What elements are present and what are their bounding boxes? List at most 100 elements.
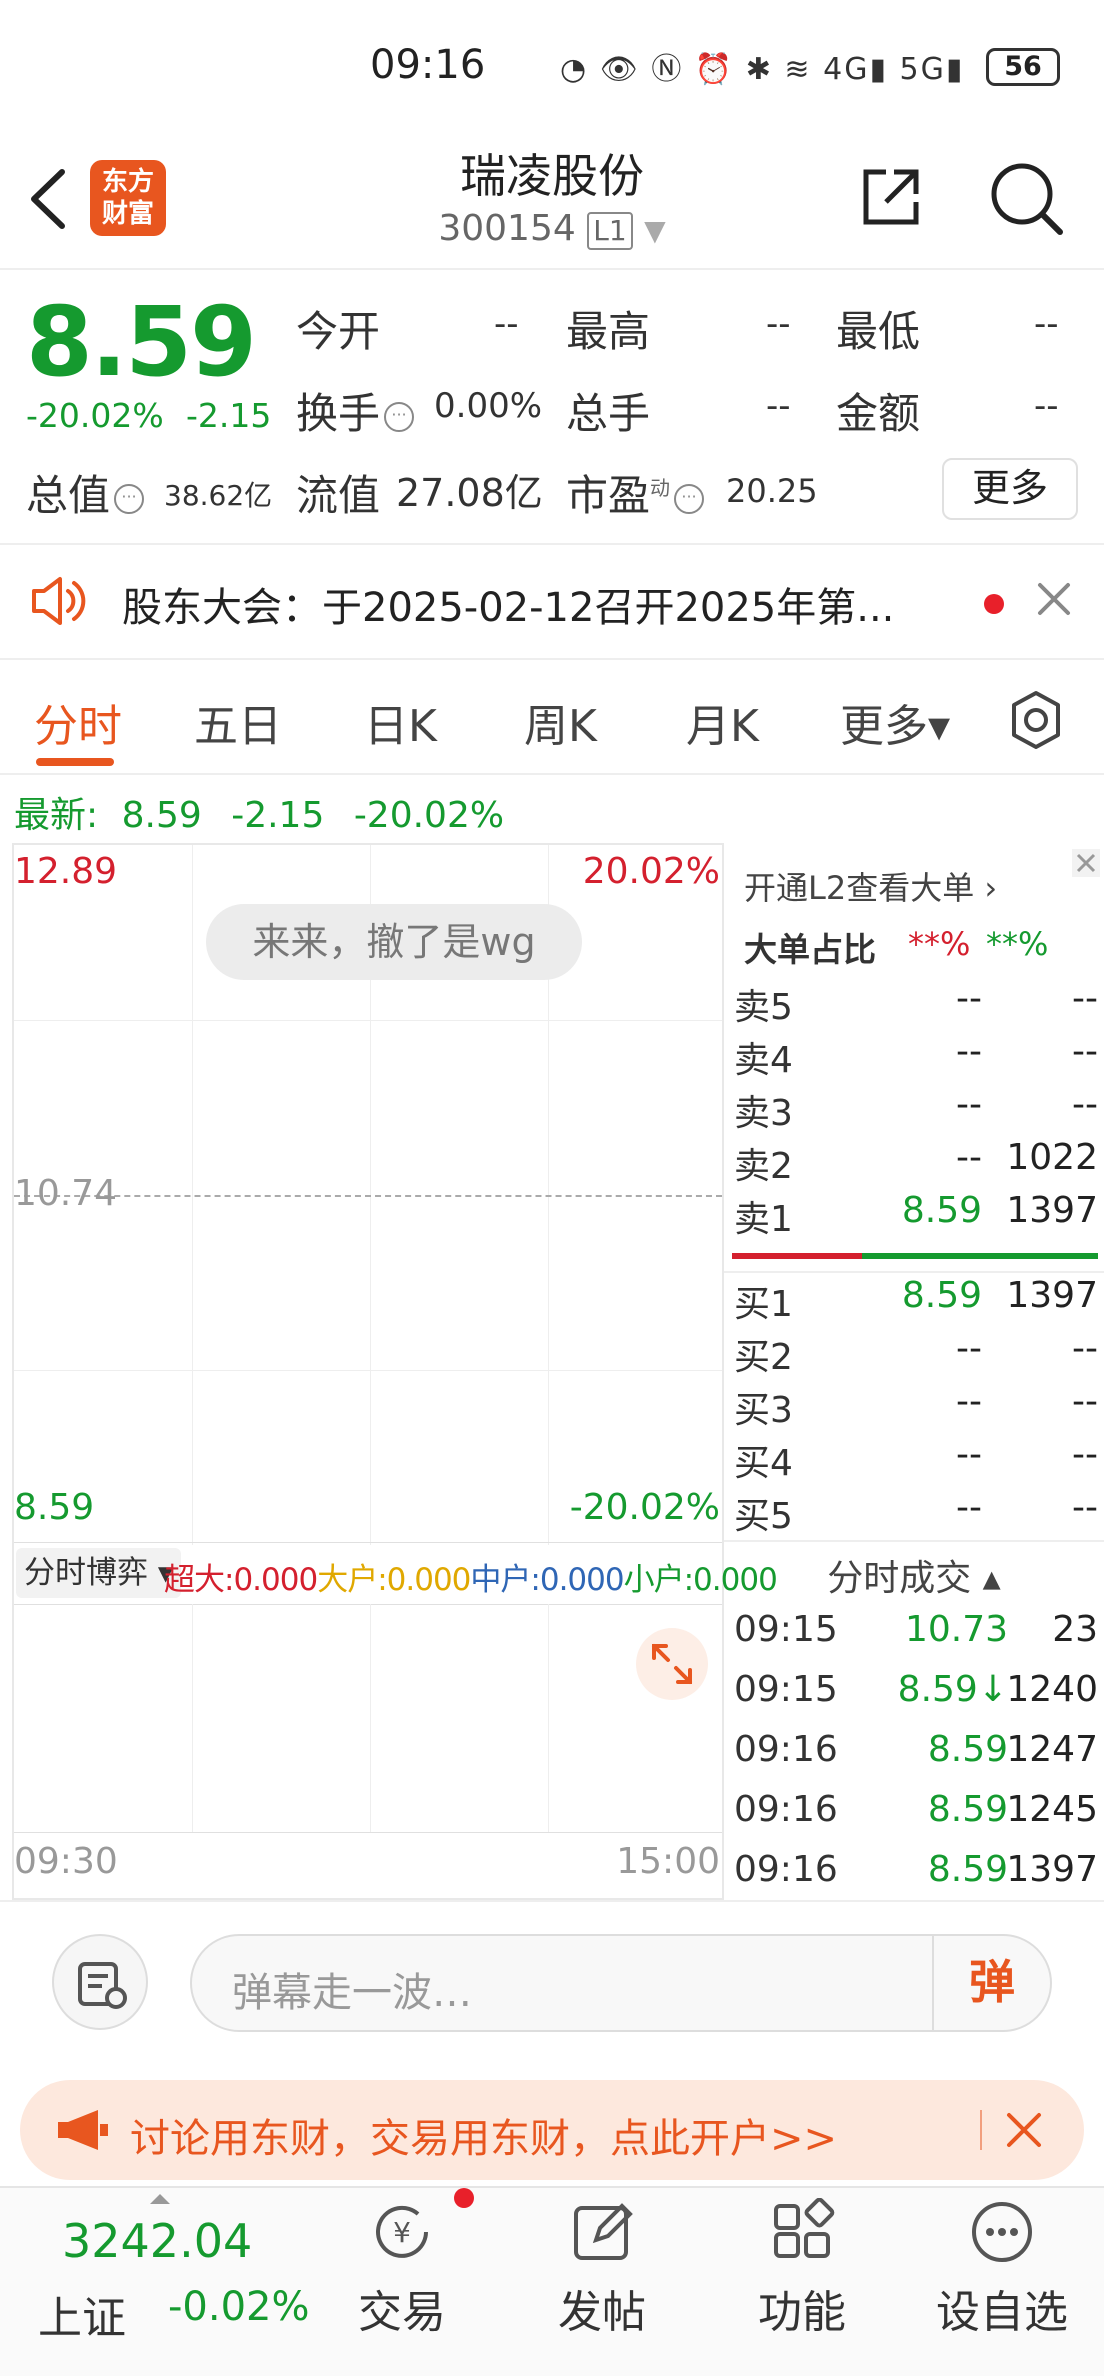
nav-post[interactable]: 发帖: [502, 2188, 702, 2376]
bid-label: 买1: [734, 1284, 793, 1325]
index-percent: -0.02%: [168, 2284, 310, 2330]
close-icon[interactable]: [1036, 581, 1072, 617]
index-name: 上证: [38, 2293, 126, 2344]
bid-row-5: 买5 -- --: [724, 1487, 1104, 1540]
top-percent-label: 20.02%: [582, 851, 720, 892]
turnover-label[interactable]: 换手 ···: [296, 380, 415, 441]
close-icon[interactable]: [1004, 2110, 1044, 2150]
divider: [724, 1271, 1104, 1273]
danmu-input[interactable]: 弹幕走一波… 弹: [190, 1934, 1052, 2032]
high-value: --: [766, 304, 791, 344]
caret-up-icon: [150, 2194, 170, 2204]
latest-price: 8.59: [121, 795, 202, 836]
l2-upgrade-link[interactable]: 开通L2查看大单 ›: [744, 863, 997, 909]
nav-trade[interactable]: ¥ 交易: [302, 2188, 502, 2376]
ask-price: --: [956, 1084, 982, 1125]
sell-ratio-bar: [862, 1253, 1098, 1259]
end-time-label: 15:00: [616, 1841, 720, 1882]
status-time: 09:16: [370, 42, 486, 88]
trade-row: 09:15 8.59↓ 1240: [724, 1669, 1104, 1729]
trade-price: 8.59: [927, 1729, 1008, 1770]
nav-functions[interactable]: 功能: [702, 2188, 902, 2376]
ask-label: 卖1: [734, 1199, 793, 1240]
close-icon[interactable]: [1072, 849, 1100, 877]
ask-label: 卖3: [734, 1093, 793, 1134]
active-tab-indicator: [36, 758, 114, 766]
open-account-banner[interactable]: 讨论用东财，交易用东财，点此开户>>: [20, 2080, 1084, 2180]
bid-label: 买2: [734, 1337, 793, 1378]
megaphone-icon: [58, 2110, 108, 2150]
volume-label: 总手: [566, 389, 651, 438]
bid-volume: --: [1072, 1434, 1098, 1475]
volume-value: --: [766, 386, 791, 426]
nav-watchlist[interactable]: 设自选: [902, 2188, 1102, 2376]
settings-gear-icon[interactable]: [1006, 690, 1066, 750]
stock-code: 300154: [438, 208, 576, 249]
pe-label[interactable]: 市盈动 ···: [566, 462, 705, 523]
tab-weekly-k[interactable]: 周K: [524, 690, 597, 754]
danmu-send-button[interactable]: 弹: [932, 1936, 1050, 2030]
trade-volume: 1240: [1006, 1669, 1098, 1710]
mcap-value: 38.62亿: [164, 479, 273, 512]
divider: [0, 268, 1104, 270]
turnover-label-text: 换手: [296, 389, 381, 438]
tab-intraday[interactable]: 分时: [34, 690, 122, 754]
pe-label-text: 市盈: [566, 471, 651, 520]
bottom-percent-label: -20.02%: [569, 1487, 720, 1528]
bottom-price-label: 8.59: [14, 1487, 95, 1528]
mcap-label[interactable]: 总值 ···: [26, 462, 145, 523]
expand-button[interactable]: [636, 1628, 708, 1700]
latest-percent: -20.02%: [353, 795, 505, 836]
notice-bar[interactable]: 股东大会：于2025-02-12召开2025年第...: [0, 545, 1104, 660]
divider: [724, 1540, 1104, 1542]
change-percent: -20.02%: [26, 396, 164, 435]
tab-more[interactable]: 更多▾: [840, 690, 950, 754]
search-icon[interactable]: [988, 160, 1064, 236]
bid-volume: --: [1072, 1328, 1098, 1369]
share-icon[interactable]: [858, 164, 924, 230]
danmu-settings-button[interactable]: [52, 1934, 148, 2030]
trade-price: 8.59: [927, 1789, 1008, 1830]
unread-dot: [984, 594, 1004, 614]
trade-volume: 23: [1052, 1609, 1098, 1650]
latest-quote-line: 最新: 8.59 -2.15 -20.02%: [14, 786, 504, 838]
big-order-ratio-label: 大单占比: [744, 930, 876, 969]
bid-price: --: [956, 1381, 982, 1422]
trade-row: 09:15 10.73 23: [724, 1609, 1104, 1669]
index-ticker[interactable]: 3242.04 上证 -0.02%: [20, 2188, 320, 2376]
float-value: 27.08亿: [396, 471, 543, 515]
caret-down-icon: ▼: [644, 214, 666, 247]
trade-time: 09:15: [734, 1609, 838, 1650]
nav-trade-label: 交易: [358, 2287, 446, 2338]
ask-volume: 1397: [1006, 1190, 1098, 1231]
level-badge: L1: [587, 212, 633, 250]
intraday-chart[interactable]: 12.89 20.02% 10.74 8.59 -20.02% 09:30 15…: [12, 843, 724, 1900]
stock-code-row[interactable]: 300154 L1 ▼: [0, 208, 1104, 250]
trades-title[interactable]: 分时成交 ▴: [724, 1549, 1104, 1601]
low-label: 最低: [836, 307, 921, 356]
ask-price: 8.59: [901, 1190, 982, 1231]
turnover-value: 0.00%: [434, 386, 543, 426]
index-value: 3242.04: [62, 2214, 253, 2268]
high-label: 最高: [566, 307, 651, 356]
danmu-toast: 来来，撤了是wg: [206, 904, 582, 980]
ask-label: 卖4: [734, 1040, 793, 1081]
pe-dynamic-mark: 动: [650, 476, 671, 500]
tab-monthly-k[interactable]: 月K: [686, 690, 759, 754]
boyi-selector[interactable]: 分时博弈 ▾: [16, 1548, 182, 1598]
more-button[interactable]: 更多: [942, 458, 1078, 520]
trade-row: 09:16 8.59 1247: [724, 1729, 1104, 1789]
trade-time: 09:16: [734, 1789, 838, 1830]
prev-close-line: [14, 1195, 722, 1197]
trade-price: 10.73: [904, 1609, 1008, 1650]
tab-five-day[interactable]: 五日: [194, 690, 282, 754]
tab-daily-k[interactable]: 日K: [364, 690, 437, 754]
divider: [980, 2110, 982, 2150]
bid-row-3: 买3 -- --: [724, 1381, 1104, 1434]
bid-price: --: [956, 1328, 982, 1369]
fund-flow-legend: 超大:0.000大户:0.000中户:0.000小户:0.000: [164, 1554, 778, 1599]
nav-functions-label: 功能: [758, 2287, 846, 2338]
trade-volume: 1397: [1006, 1849, 1098, 1890]
big-order-ratio-sell: **%: [986, 925, 1049, 963]
top-price-label: 12.89: [14, 851, 118, 892]
